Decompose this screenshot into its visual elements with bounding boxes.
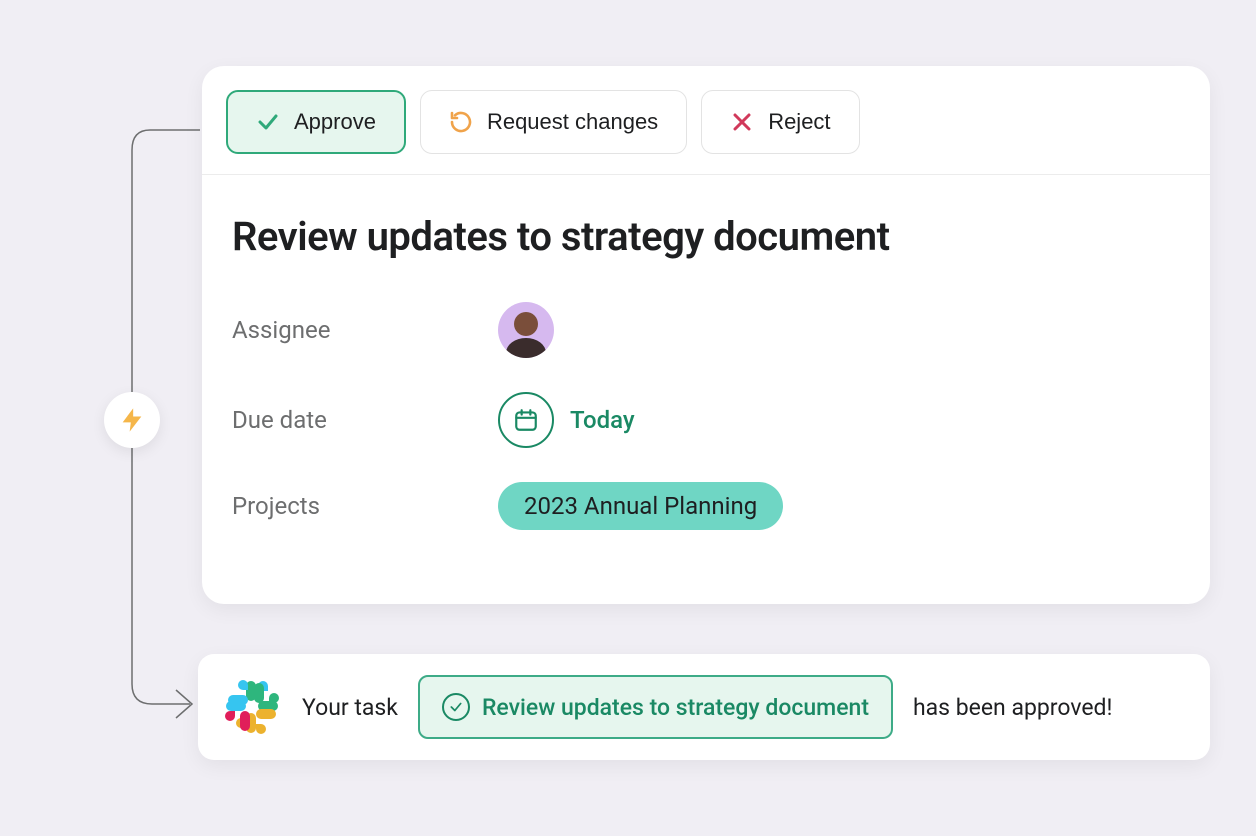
assignee-row: Assignee xyxy=(232,302,1180,358)
automation-bolt-badge xyxy=(104,392,160,448)
notification-card: Your task Review updates to strategy doc… xyxy=(198,654,1210,760)
request-changes-label: Request changes xyxy=(487,109,658,135)
x-icon xyxy=(730,110,754,134)
approve-label: Approve xyxy=(294,109,376,135)
approval-toolbar: Approve Request changes Reject xyxy=(202,66,1210,175)
bolt-icon xyxy=(118,406,146,434)
due-date-text: Today xyxy=(570,406,635,434)
calendar-icon xyxy=(498,392,554,448)
due-date-label: Due date xyxy=(232,406,498,434)
notification-prefix: Your task xyxy=(302,694,398,721)
approve-button[interactable]: Approve xyxy=(226,90,406,154)
assignee-avatar xyxy=(498,302,554,358)
redo-icon xyxy=(449,110,473,134)
projects-row: Projects 2023 Annual Planning xyxy=(232,482,1180,530)
notification-task-name: Review updates to strategy document xyxy=(482,694,869,721)
slack-icon xyxy=(222,677,282,737)
projects-label: Projects xyxy=(232,492,498,520)
request-changes-button[interactable]: Request changes xyxy=(420,90,687,154)
assignee-label: Assignee xyxy=(232,316,498,344)
project-chip[interactable]: 2023 Annual Planning xyxy=(498,482,783,530)
notification-task-ref[interactable]: Review updates to strategy document xyxy=(418,675,893,739)
reject-label: Reject xyxy=(768,109,830,135)
task-title: Review updates to strategy document xyxy=(232,213,1180,260)
projects-value[interactable]: 2023 Annual Planning xyxy=(498,482,783,530)
assignee-value[interactable] xyxy=(498,302,554,358)
notification-suffix: has been approved! xyxy=(913,694,1112,721)
due-date-value[interactable]: Today xyxy=(498,392,635,448)
check-icon xyxy=(256,110,280,134)
check-circle-icon xyxy=(442,693,470,721)
due-date-row: Due date Today xyxy=(232,392,1180,448)
task-body: Review updates to strategy document Assi… xyxy=(202,175,1210,560)
task-card: Approve Request changes Reject Review up… xyxy=(202,66,1210,604)
reject-button[interactable]: Reject xyxy=(701,90,859,154)
